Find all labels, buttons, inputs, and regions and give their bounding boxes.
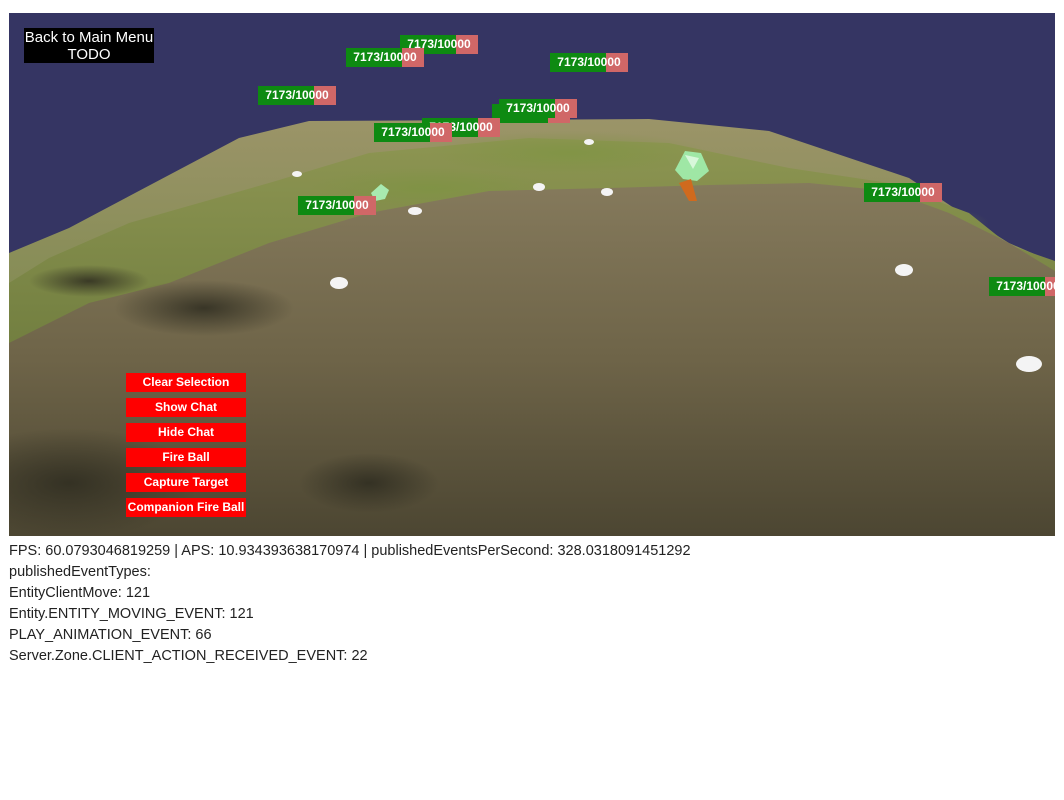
back-button-label: Back to Main Menu TODO: [24, 28, 154, 63]
health-bar: 7173/10000: [864, 183, 942, 202]
game-viewport[interactable]: Back to Main Menu TODO 7173/10000 7173/1…: [9, 13, 1055, 536]
grass-patch: [429, 131, 709, 175]
rock: [533, 183, 545, 191]
performance-summary: FPS: 60.0793046819259 | APS: 10.93439363…: [9, 543, 691, 559]
health-bar: 7173/10000: [499, 99, 577, 118]
debug-stats-panel: FPS: 60.0793046819259 | APS: 10.93439363…: [9, 541, 691, 667]
show-chat-button[interactable]: Show Chat: [126, 398, 246, 417]
clear-selection-button[interactable]: Clear Selection: [126, 373, 246, 392]
health-bar: 7173/10000: [258, 86, 336, 105]
health-bar-label: 7173/10000: [996, 279, 1055, 293]
fire-ball-button[interactable]: Fire Ball: [126, 448, 246, 467]
rock: [408, 207, 422, 215]
health-bar-label: 7173/10000: [871, 185, 935, 199]
health-bar: 7173/10000: [374, 123, 452, 142]
action-button-panel: Clear Selection Show Chat Hide Chat Fire…: [126, 373, 246, 523]
event-types-heading: publishedEventTypes:: [9, 564, 151, 580]
health-bar-label: 7173/10000: [265, 88, 329, 102]
rock: [292, 171, 302, 177]
back-to-main-menu-button[interactable]: Back to Main Menu TODO: [24, 28, 154, 63]
health-bar: 7173/10000: [346, 48, 424, 67]
event-count-row: Server.Zone.CLIENT_ACTION_RECEIVED_EVENT…: [9, 648, 368, 664]
health-bar-label: 7173/10000: [381, 125, 445, 139]
terrain-depression: [114, 280, 294, 336]
rock: [584, 139, 594, 145]
health-bar: 7173/10000: [298, 196, 376, 215]
event-count-row: EntityClientMove: 121: [9, 585, 151, 601]
rock: [1016, 356, 1042, 372]
health-bar-label: 7173/10000: [506, 101, 570, 115]
rock: [895, 264, 913, 276]
health-bar-label: 7173/10000: [557, 55, 621, 69]
terrain-depression: [299, 453, 439, 513]
rock: [330, 277, 348, 289]
capture-target-button[interactable]: Capture Target: [126, 473, 246, 492]
rock: [601, 188, 613, 196]
event-count-row: PLAY_ANIMATION_EVENT: 66: [9, 627, 212, 643]
health-bar-label: 7173/10000: [353, 50, 417, 64]
health-bar: 7173/10000: [989, 277, 1055, 296]
companion-fire-ball-button[interactable]: Companion Fire Ball: [126, 498, 246, 517]
health-bar: 7173/10000: [550, 53, 628, 72]
hide-chat-button[interactable]: Hide Chat: [126, 423, 246, 442]
health-bar-label: 7173/10000: [305, 198, 369, 212]
event-count-row: Entity.ENTITY_MOVING_EVENT: 121: [9, 606, 254, 622]
